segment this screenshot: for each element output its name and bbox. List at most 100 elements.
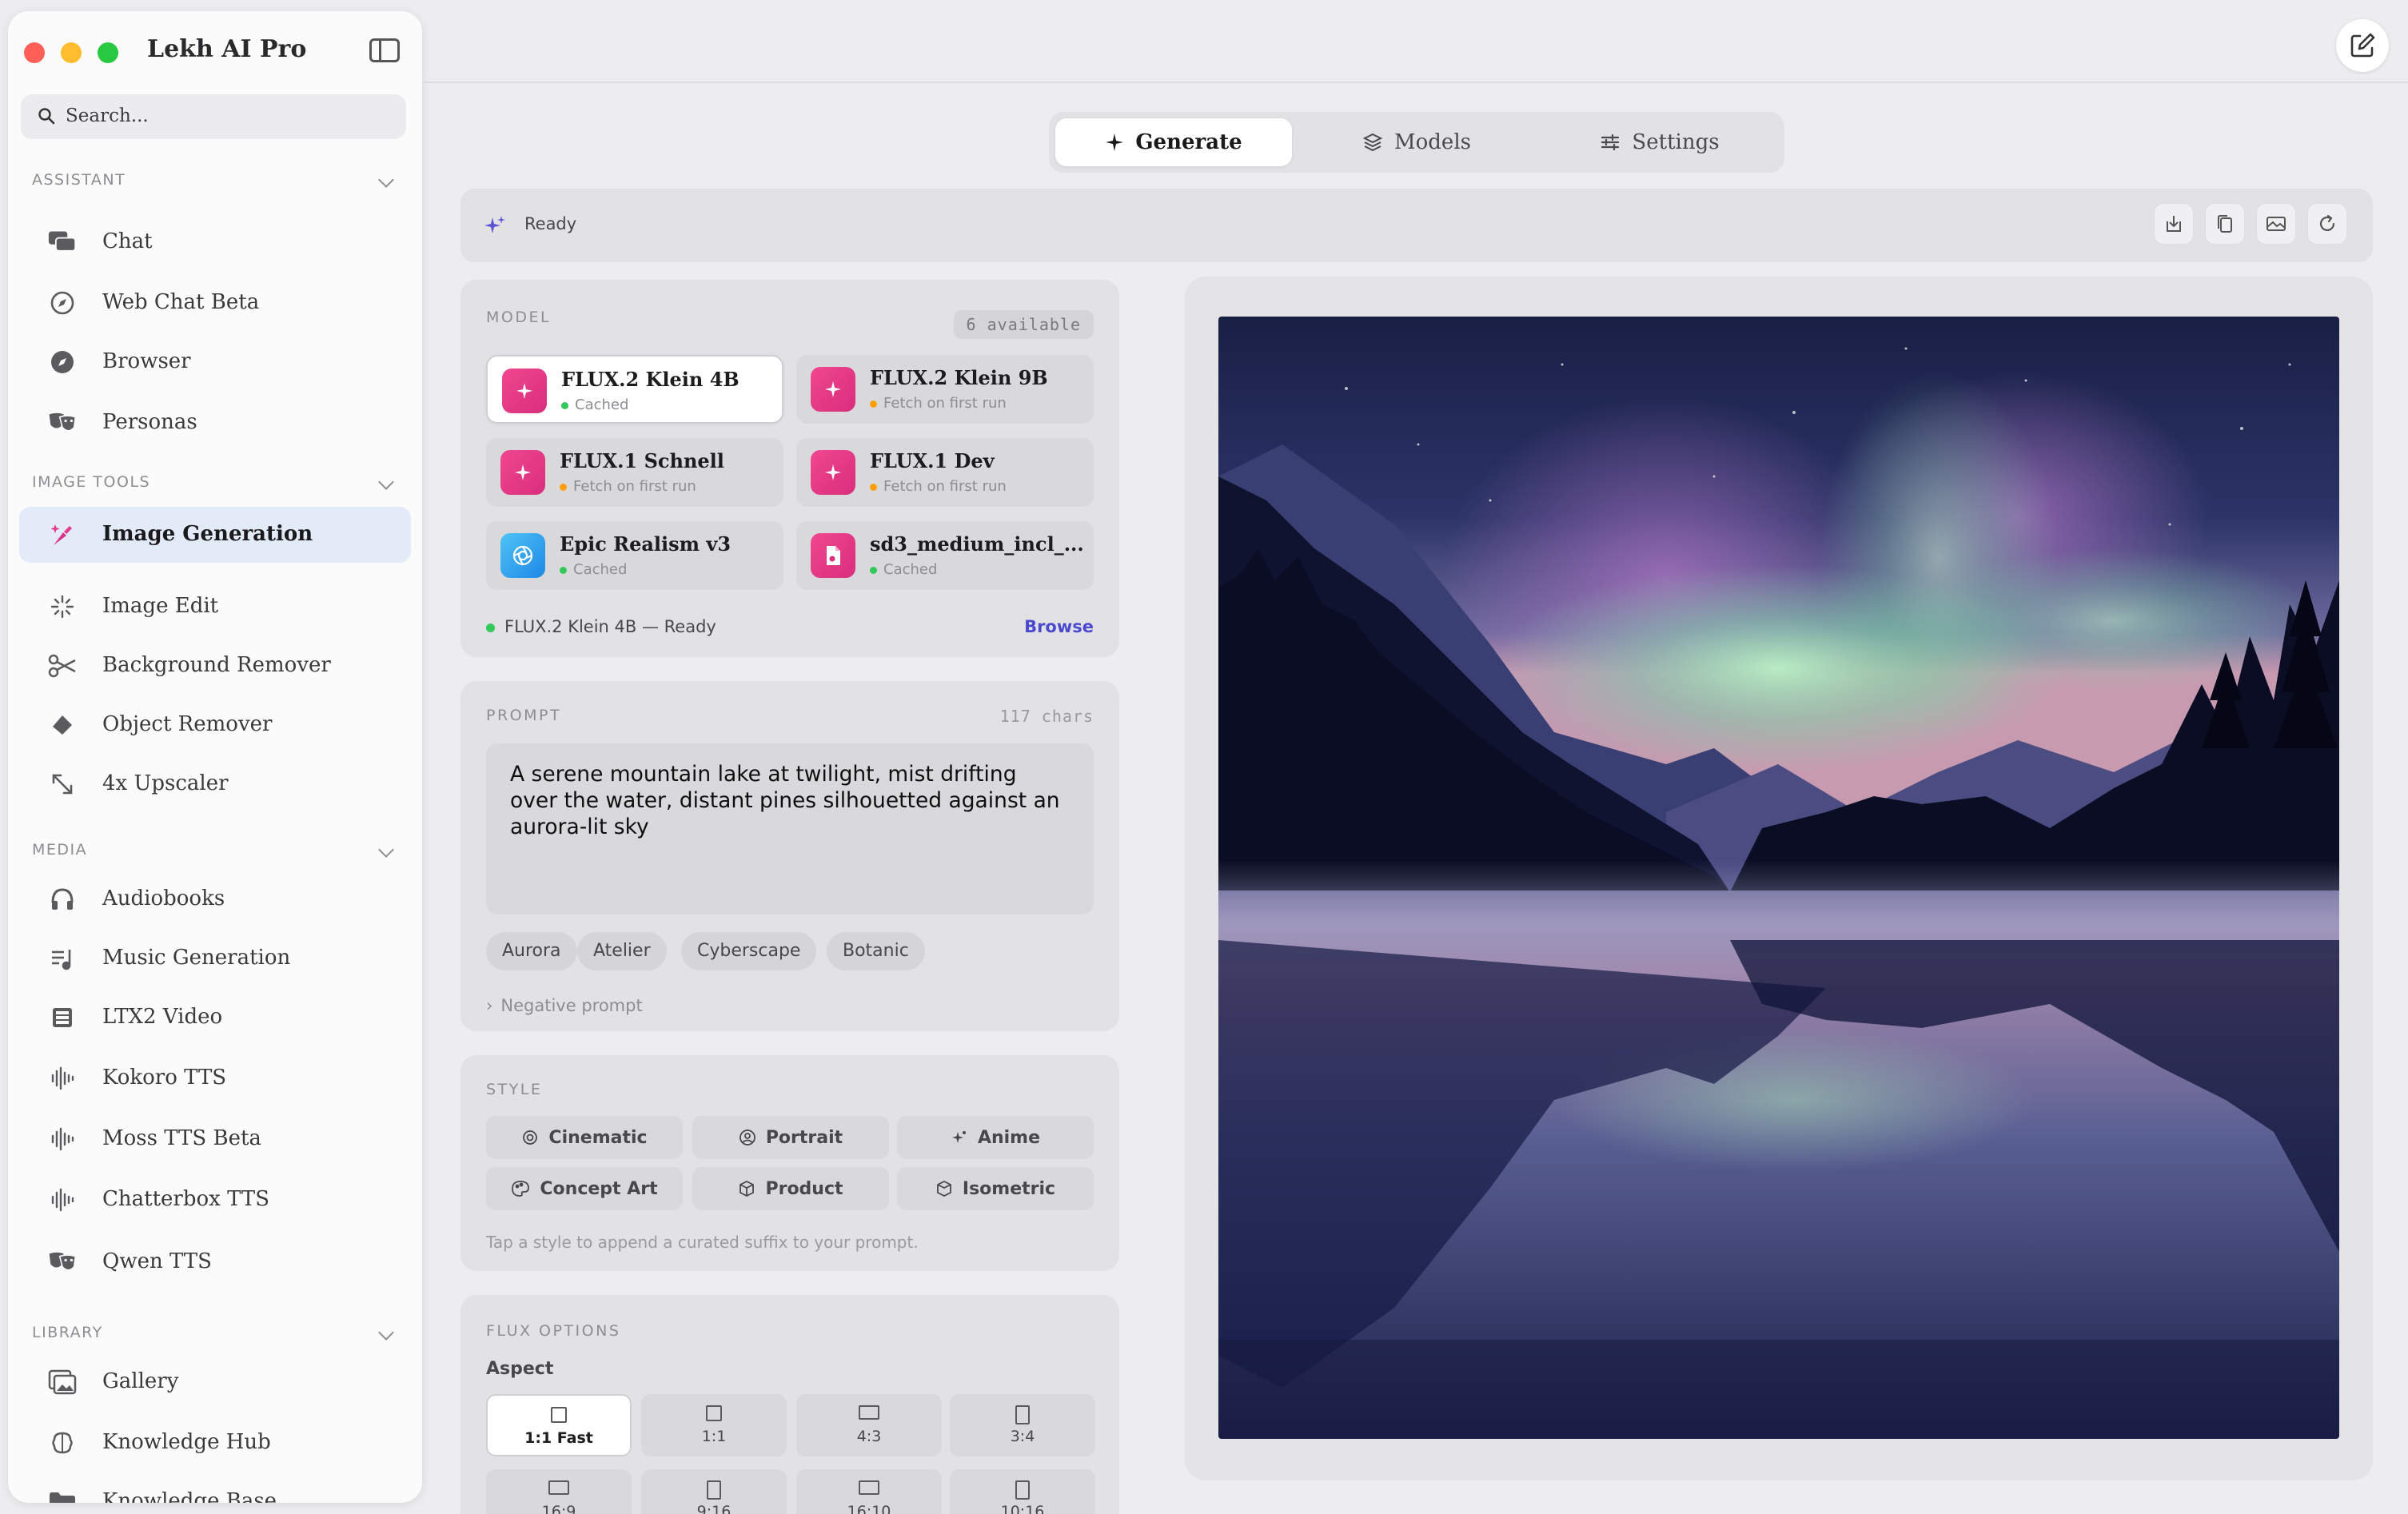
tab-generate[interactable]: Generate: [1055, 118, 1292, 166]
sidebar-item-qwen-tts[interactable]: Qwen TTS: [19, 1234, 411, 1290]
preview-panel: [1185, 277, 2373, 1480]
aspect-option[interactable]: 1:1: [641, 1394, 787, 1456]
sparkle-icon: [502, 369, 547, 413]
sidebar-item-knowledge-base[interactable]: Knowledge Base: [19, 1474, 411, 1503]
sparkle-icon: [811, 450, 855, 495]
minimize-window-button[interactable]: [61, 42, 82, 63]
tab-models[interactable]: Models: [1298, 118, 1535, 166]
chevron-down-icon[interactable]: [378, 842, 394, 858]
folder-icon: [48, 1489, 77, 1503]
tab-label: Settings: [1632, 130, 1720, 154]
theater-masks-icon: [48, 410, 77, 436]
eraser-icon: [48, 712, 77, 738]
sidebar-item-music-generation[interactable]: Music Generation: [19, 930, 411, 986]
aspect-option[interactable]: 16:10: [796, 1469, 942, 1514]
sidebar-item-chatterbox-tts[interactable]: Chatterbox TTS: [19, 1172, 411, 1228]
sidebar-item-moss-tts[interactable]: Moss TTS Beta: [19, 1111, 411, 1167]
compass-icon: [48, 290, 77, 316]
sidebar-item-label: LTX2 Video: [102, 1005, 223, 1029]
prompt-card: PROMPT 117 chars A serene mountain lake …: [460, 681, 1119, 1031]
preset-chip[interactable]: Cyberscape: [681, 932, 817, 970]
style-cinematic-button[interactable]: Cinematic: [486, 1116, 683, 1159]
model-count-badge: 6 available: [953, 310, 1094, 339]
style-heading: STYLE: [486, 1081, 543, 1098]
aspect-option[interactable]: 4:3: [796, 1394, 942, 1456]
brain-icon: [48, 1430, 77, 1456]
section-image-tools: IMAGE TOOLS: [32, 473, 151, 491]
search-input[interactable]: Search...: [21, 94, 406, 139]
model-name: FLUX.2 Klein 9B: [870, 366, 1048, 389]
sidebar-toggle-icon[interactable]: [369, 38, 400, 62]
model-option[interactable]: Epic Realism v3 Cached: [486, 521, 783, 590]
compose-button[interactable]: [2336, 19, 2389, 72]
prompt-textarea[interactable]: A serene mountain lake at twilight, mist…: [486, 743, 1094, 914]
browse-models-link[interactable]: Browse: [1024, 617, 1094, 636]
generated-image[interactable]: [1218, 317, 2339, 1439]
style-anime-button[interactable]: Anime: [897, 1116, 1094, 1159]
sidebar-item-image-edit[interactable]: Image Edit: [19, 579, 411, 635]
model-option[interactable]: FLUX.1 Schnell Fetch on first run: [486, 438, 783, 507]
waveform-icon: [48, 1066, 77, 1091]
preset-chip[interactable]: Aurora: [486, 932, 577, 970]
chevron-down-icon[interactable]: [378, 474, 394, 490]
music-list-icon: [48, 946, 77, 971]
model-option[interactable]: FLUX.1 Dev Fetch on first run: [796, 438, 1094, 507]
model-option[interactable]: FLUX.2 Klein 9B Fetch on first run: [796, 355, 1094, 424]
chevron-down-icon[interactable]: [378, 172, 394, 188]
preset-chip[interactable]: Atelier: [577, 932, 667, 970]
landscape-icon: [859, 1480, 879, 1495]
sidebar-item-upscaler[interactable]: 4x Upscaler: [19, 756, 411, 812]
status-text: Ready: [524, 214, 577, 233]
sidebar-item-label: Browser: [102, 349, 191, 373]
model-option[interactable]: sd3_medium_incl_... Cached: [796, 521, 1094, 590]
model-option[interactable]: FLUX.2 Klein 4B Cached: [486, 355, 783, 424]
tab-settings[interactable]: Settings: [1541, 118, 1778, 166]
sidebar-item-object-remover[interactable]: Object Remover: [19, 697, 411, 753]
close-window-button[interactable]: [24, 42, 45, 63]
style-concept-art-button[interactable]: Concept Art: [486, 1167, 683, 1210]
sidebar-item-kokoro-tts[interactable]: Kokoro TTS: [19, 1050, 411, 1106]
sidebar-item-label: 4x Upscaler: [102, 771, 229, 795]
model-name: sd3_medium_incl_...: [870, 532, 1084, 556]
sidebar-item-web-chat[interactable]: Web Chat Beta: [19, 275, 411, 331]
aspect-option[interactable]: 3:4: [950, 1394, 1095, 1456]
sidebar-item-gallery[interactable]: Gallery: [19, 1354, 411, 1410]
model-status: Fetch on first run: [560, 478, 696, 495]
style-portrait-button[interactable]: Portrait: [692, 1116, 889, 1159]
sidebar-item-audiobooks[interactable]: Audiobooks: [19, 871, 411, 927]
style-isometric-button[interactable]: Isometric: [897, 1167, 1094, 1210]
sparkle-icon: [500, 450, 545, 495]
aspect-option[interactable]: 10:16: [950, 1469, 1095, 1514]
sidebar-item-label: Image Edit: [102, 594, 219, 618]
preset-chip[interactable]: Botanic: [827, 932, 925, 970]
aspect-option[interactable]: 16:9: [486, 1469, 632, 1514]
theater-masks-icon: [48, 1249, 77, 1275]
aspect-option[interactable]: 9:16: [641, 1469, 787, 1514]
sidebar-item-background-remover[interactable]: Background Remover: [19, 638, 411, 694]
toolbar-divider: [422, 82, 2408, 83]
sidebar: Lekh AI Pro Search... ASSISTANT Chat Web…: [8, 11, 422, 1503]
sidebar-item-chat[interactable]: Chat: [19, 214, 411, 270]
status-dot: [486, 623, 495, 632]
sidebar-item-label: Web Chat Beta: [102, 290, 260, 314]
chevron-down-icon[interactable]: [378, 1325, 394, 1341]
landscape-icon: [548, 1480, 569, 1495]
headphones-icon: [48, 886, 77, 912]
style-product-button[interactable]: Product: [692, 1167, 889, 1210]
refresh-button[interactable]: [2307, 203, 2347, 245]
sidebar-item-label: Chatterbox TTS: [102, 1187, 270, 1211]
sidebar-item-ltx2-video[interactable]: LTX2 Video: [19, 990, 411, 1046]
sidebar-item-label: Background Remover: [102, 653, 331, 677]
aspect-option[interactable]: 1:1 Fast: [486, 1394, 632, 1456]
sidebar-item-browser[interactable]: Browser: [19, 334, 411, 390]
image-button[interactable]: [2256, 203, 2296, 245]
sidebar-item-personas[interactable]: Personas: [19, 395, 411, 451]
save-button[interactable]: [2154, 203, 2194, 245]
negative-prompt-toggle[interactable]: › Negative prompt: [486, 996, 643, 1015]
model-name: FLUX.1 Schnell: [560, 449, 724, 472]
copy-button[interactable]: [2205, 203, 2245, 245]
zoom-window-button[interactable]: [98, 42, 118, 63]
sidebar-item-image-generation[interactable]: Image Generation: [19, 507, 411, 563]
mode-tabs: Generate Models Settings: [1049, 112, 1784, 173]
sidebar-item-knowledge-hub[interactable]: Knowledge Hub: [19, 1415, 411, 1471]
